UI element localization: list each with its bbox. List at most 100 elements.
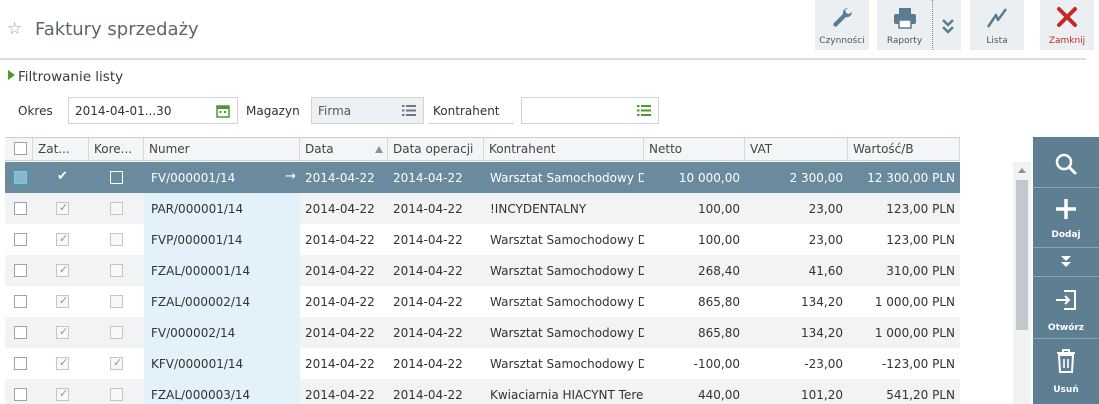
favorite-star-icon[interactable]: ☆ <box>7 20 25 38</box>
otworz-label: Otwórz <box>1047 323 1085 333</box>
filter-title: Filtrowanie listy <box>18 69 124 85</box>
usun-button[interactable]: Usuń <box>1033 339 1099 404</box>
column-header-zatwierdzona[interactable]: Zat... <box>33 138 89 160</box>
netto-value: -100,00 <box>693 357 740 371</box>
column-header-wartosc[interactable]: Wartość/B <box>848 138 960 160</box>
row-select-checkbox[interactable] <box>14 202 27 215</box>
data-value: 2014-04-22 <box>305 326 375 340</box>
cell-wartosc: 1 000,00 PLN <box>848 317 960 348</box>
raporty-dropdown-button[interactable] <box>932 0 961 50</box>
table-row[interactable]: ✓ ✓ KFV/000001/14 2014-04-22 2014-04-22 Warsz… <box>5 348 960 379</box>
numer-value: PAR/000001/14 <box>151 202 244 216</box>
list-icon[interactable] <box>402 104 416 117</box>
close-icon <box>1057 7 1077 27</box>
vat-value: 2 300,00 <box>789 171 843 185</box>
lista-button[interactable]: Lista <box>970 0 1024 50</box>
data-value: 2014-04-22 <box>305 295 375 309</box>
more-actions-button[interactable] <box>1033 248 1099 276</box>
search-icon <box>1055 153 1077 175</box>
cell-kontrahent: !INCYDENTALNY <box>484 193 644 224</box>
kontrahent-field[interactable] <box>521 97 659 124</box>
korekta-checkbox <box>110 233 123 246</box>
cell-kontrahent: Warsztat Samochodowy DR... <box>484 348 644 379</box>
cell-wartosc: 12 300,00 PLN <box>848 162 960 193</box>
data-op-value: 2014-04-22 <box>393 264 463 278</box>
cell-vat: 23,00 <box>745 224 848 255</box>
korekta-checkbox <box>110 295 123 308</box>
wrench-icon <box>833 7 853 27</box>
okres-field[interactable]: 2014-04-01...30 <box>68 97 238 124</box>
table-row[interactable]: ✓ FZAL/000003/14 2014-04-22 2014-04-22 Kwiac… <box>5 379 960 404</box>
korekta-checkbox: ✓ <box>110 356 123 370</box>
checkmark-icon: ✓ <box>59 325 69 338</box>
kontrahent-value: !INCYDENTALNY <box>490 202 587 216</box>
column-header-data-operacji[interactable]: Data operacji <box>388 138 484 160</box>
table-row[interactable]: ✓ PAR/000001/14 2014-04-22 2014-04-22 !INCYD… <box>5 193 960 224</box>
otworz-button[interactable]: Otwórz <box>1033 277 1099 338</box>
cell-netto: -100,00 <box>644 348 745 379</box>
cell-data-op: 2014-04-22 <box>388 286 484 317</box>
kontrahent-value: Warsztat Samochodowy DR... <box>490 233 644 247</box>
zatwierdzona-checkbox: ✓ <box>56 263 69 277</box>
dodaj-label: Dodaj <box>1051 230 1081 240</box>
table-row[interactable]: ✓ FZAL/000002/14 2014-04-22 2014-04-22 Warsz… <box>5 286 960 317</box>
korekta-checkbox <box>110 388 123 401</box>
czynnosci-button[interactable]: Czynności <box>815 0 869 50</box>
row-select-checkbox[interactable] <box>14 388 27 401</box>
row-select-checkbox[interactable] <box>14 295 27 308</box>
cell-data: 2014-04-22 <box>300 224 388 255</box>
select-all-header[interactable] <box>5 138 33 160</box>
row-select-checkbox[interactable] <box>14 264 27 277</box>
table-row[interactable]: ✓ FZAL/000001/14 2014-04-22 2014-04-22 Warsz… <box>5 255 960 286</box>
wartosc-value: 12 300,00 PLN <box>867 171 955 185</box>
column-header-korekta[interactable]: Kore... <box>89 138 144 160</box>
column-header-netto[interactable]: Netto <box>644 138 745 160</box>
vertical-scrollbar[interactable] <box>1013 162 1031 404</box>
row-select-checkbox[interactable] <box>14 233 27 246</box>
cell-data: 2014-04-22 <box>300 162 388 193</box>
scrollbar-thumb[interactable] <box>1016 180 1028 330</box>
data-op-value: 2014-04-22 <box>393 295 463 309</box>
column-header-numer[interactable]: Numer <box>144 138 300 160</box>
dodaj-button[interactable]: Dodaj <box>1033 188 1099 246</box>
kontrahent-value: Kwiaciarnia HIACYNT Teres... <box>490 388 644 402</box>
calendar-icon[interactable] <box>216 104 230 118</box>
wartosc-value: 1 000,00 PLN <box>874 326 955 340</box>
netto-value: 268,40 <box>698 264 740 278</box>
data-op-value: 2014-04-22 <box>393 388 463 402</box>
table-row[interactable]: ✓ FV/000002/14 2014-04-22 2014-04-22 Warszta… <box>5 317 960 348</box>
scroll-up-arrow-icon[interactable] <box>1018 168 1026 173</box>
magazyn-field[interactable]: Firma <box>311 97 424 124</box>
cell-data-op: 2014-04-22 <box>388 162 484 193</box>
column-header-data-label: Data <box>305 142 334 156</box>
plus-icon <box>1056 199 1076 219</box>
cell-numer: FVP/000001/14 <box>144 224 300 255</box>
row-select-checkbox[interactable] <box>14 171 27 184</box>
column-header-data[interactable]: Data <box>300 138 388 160</box>
header: ☆ Faktury sprzedaży Czynności Raporty Li… <box>0 0 1099 58</box>
column-header-vat[interactable]: VAT <box>745 138 848 160</box>
numer-value: FZAL/000002/14 <box>151 295 251 309</box>
kontrahent-label: Kontrahent <box>433 104 500 118</box>
zatwierdzona-checkbox: ✓ <box>56 387 69 401</box>
data-value: 2014-04-22 <box>305 264 375 278</box>
table-row[interactable]: ✓ FVP/000001/14 2014-04-22 2014-04-22 Warszt… <box>5 224 960 255</box>
cell-data: 2014-04-22 <box>300 193 388 224</box>
cell-data: 2014-04-22 <box>300 348 388 379</box>
netto-value: 865,80 <box>698 295 740 309</box>
numer-value: FZAL/000001/14 <box>151 264 251 278</box>
raporty-button[interactable]: Raporty <box>877 0 932 50</box>
cell-wartosc: 310,00 PLN <box>848 255 960 286</box>
cell-netto: 100,00 <box>644 193 745 224</box>
okres-value: 2014-04-01...30 <box>75 104 172 118</box>
search-button[interactable] <box>1033 137 1099 187</box>
list-icon[interactable] <box>637 104 651 117</box>
column-header-kontrahent[interactable]: Kontrahent <box>484 138 644 160</box>
select-all-checkbox[interactable] <box>14 142 27 155</box>
row-select-checkbox[interactable] <box>14 326 27 339</box>
usun-label: Usuń <box>1053 385 1079 395</box>
row-select-checkbox[interactable] <box>14 357 27 370</box>
zamknij-button[interactable]: Zamknij <box>1040 0 1094 50</box>
filter-toggle[interactable]: Filtrowanie listy <box>8 69 123 85</box>
table-row[interactable]: ✔ FV/000001/14 → 2014-04-22 2014-04-22 Warszt… <box>5 162 960 193</box>
